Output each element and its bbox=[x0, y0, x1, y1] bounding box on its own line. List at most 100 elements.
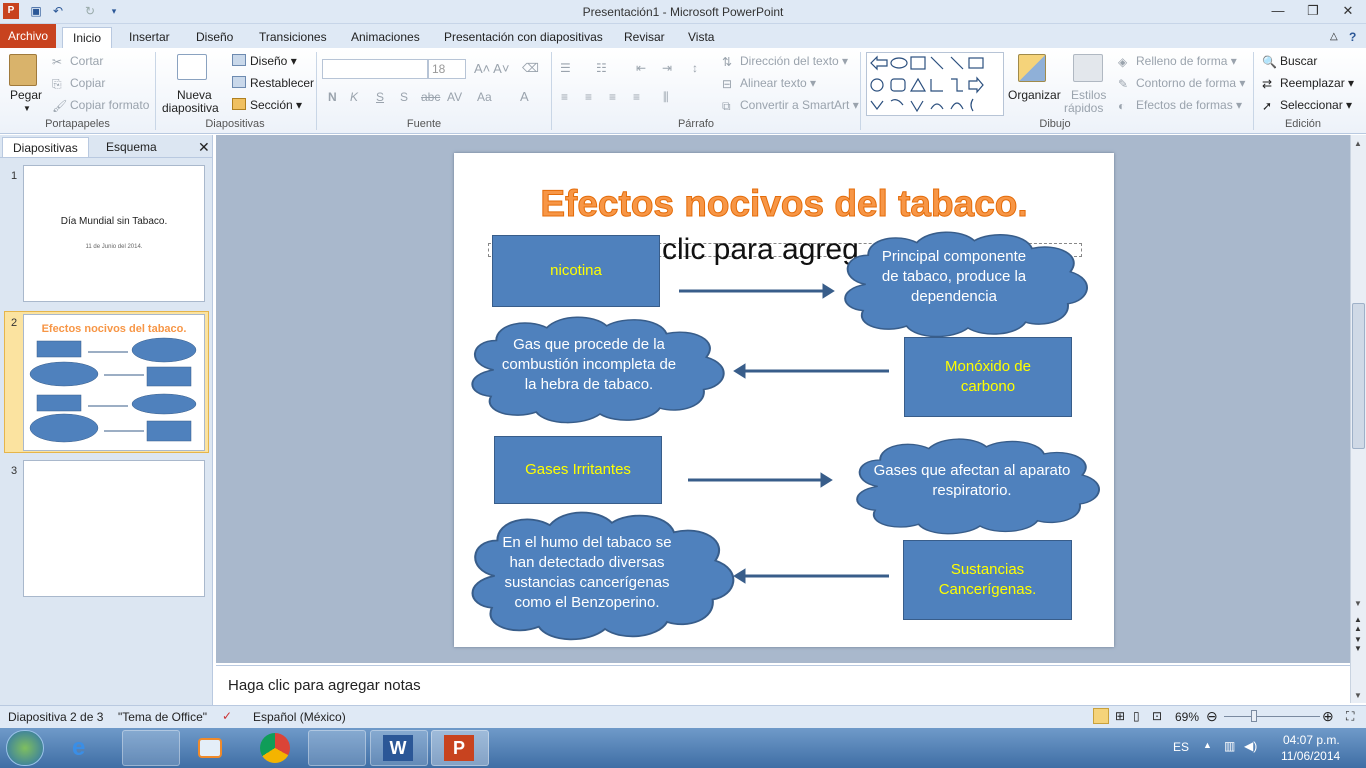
previous-slide-icon[interactable]: ▲ ▲ bbox=[1354, 615, 1362, 633]
align-right-icon[interactable]: ≡ bbox=[609, 90, 616, 104]
volume-icon[interactable]: ◀) bbox=[1244, 739, 1257, 753]
paste-icon[interactable] bbox=[9, 54, 37, 86]
format-painter-button[interactable]: 🖌 Copiar formato bbox=[52, 98, 149, 113]
font-size-combo[interactable]: 18 bbox=[428, 59, 466, 79]
italic-button[interactable]: K bbox=[350, 90, 358, 104]
section-button[interactable]: Sección ▾ bbox=[232, 98, 302, 112]
fit-to-window-icon[interactable]: ⛶ bbox=[1346, 709, 1354, 724]
paste-button[interactable]: Pegar bbox=[10, 88, 42, 102]
notes-pane[interactable]: Haga clic para agregar notas bbox=[216, 665, 1350, 705]
grow-font-icon[interactable]: A˄ A˅ bbox=[474, 61, 509, 76]
justify-icon[interactable]: ≡ bbox=[633, 90, 640, 104]
next-slide-icon[interactable]: ▼ ▼ bbox=[1354, 635, 1362, 653]
slideshow-icon[interactable]: ⊡ bbox=[1152, 709, 1162, 723]
tab-presentacion[interactable]: Presentación con diapositivas bbox=[444, 27, 603, 48]
close-pane-icon[interactable]: ✕ bbox=[188, 137, 220, 157]
notes-scroll-down-icon[interactable]: ▼ bbox=[1354, 691, 1362, 700]
normal-view-icon[interactable] bbox=[1093, 708, 1109, 724]
paste-dropdown-icon[interactable]: ▼ bbox=[23, 104, 31, 113]
tab-vista[interactable]: Vista bbox=[688, 27, 714, 48]
replace-button[interactable]: ⇄ Reemplazar ▾ bbox=[1262, 76, 1354, 91]
font-family-combo[interactable] bbox=[322, 59, 428, 79]
shape-effects-button[interactable]: ◐ Efectos de formas ▾ bbox=[1118, 98, 1242, 113]
font-color-button[interactable]: A bbox=[520, 89, 529, 104]
bullets-icon[interactable]: ☰ bbox=[560, 61, 571, 75]
align-text-button[interactable]: ⊟ Alinear texto ▾ bbox=[722, 76, 816, 91]
maximize-button[interactable]: ❐ bbox=[1298, 2, 1328, 20]
shadow-button[interactable]: S bbox=[400, 90, 408, 104]
help-icon[interactable]: ? bbox=[1349, 27, 1356, 48]
quick-styles-icon[interactable] bbox=[1073, 54, 1103, 82]
slide-sorter-icon[interactable]: ⊞ bbox=[1115, 709, 1125, 723]
layout-button[interactable]: Diseño ▾ bbox=[232, 54, 297, 68]
clock-date[interactable]: 11/06/2014 bbox=[1281, 749, 1340, 763]
line-spacing-icon[interactable]: ↕ bbox=[692, 61, 698, 75]
network-icon[interactable]: ▥ bbox=[1224, 739, 1235, 753]
shapes-gallery[interactable] bbox=[866, 52, 1004, 116]
reading-view-icon[interactable]: ▯ bbox=[1133, 709, 1140, 723]
new-slide-icon[interactable] bbox=[177, 54, 207, 80]
tab-inicio[interactable]: Inicio bbox=[62, 27, 113, 48]
slide-thumbnail-2[interactable]: Efectos nocivos del tabaco. bbox=[23, 314, 205, 451]
internet-explorer-icon[interactable]: e bbox=[72, 734, 85, 762]
zoom-slider-track[interactable] bbox=[1224, 716, 1320, 717]
underline-button[interactable]: S bbox=[376, 90, 384, 104]
language[interactable]: Español (México) bbox=[253, 710, 346, 724]
tab-insertar[interactable]: Insertar bbox=[129, 27, 170, 48]
close-button[interactable]: ✕ bbox=[1333, 2, 1363, 20]
arrange-icon[interactable] bbox=[1018, 54, 1046, 82]
chrome-icon[interactable] bbox=[260, 733, 290, 763]
start-button-icon[interactable] bbox=[6, 730, 44, 766]
spellcheck-icon[interactable]: ✓ bbox=[222, 709, 232, 723]
new-slide-label-2[interactable]: diapositiva bbox=[162, 101, 219, 115]
text-direction-button[interactable]: ⇅ Dirección del texto ▾ bbox=[722, 54, 848, 69]
zoom-in-icon[interactable]: ⊕ bbox=[1322, 708, 1334, 725]
tab-transiciones[interactable]: Transiciones bbox=[259, 27, 327, 48]
cut-button[interactable]: ✂ Cortar bbox=[52, 54, 103, 69]
scroll-down-icon[interactable]: ▼ bbox=[1354, 599, 1362, 608]
find-button[interactable]: 🔍 Buscar bbox=[1262, 54, 1317, 69]
quick-styles-label-1[interactable]: Estilos bbox=[1071, 88, 1106, 102]
zoom-out-icon[interactable]: ⊖ bbox=[1206, 708, 1218, 725]
clear-formatting-icon[interactable]: ⌫ bbox=[522, 61, 539, 75]
indent-increase-icon[interactable]: ⇥ bbox=[662, 61, 672, 75]
scroll-up-icon[interactable]: ▲ bbox=[1354, 139, 1362, 148]
bold-button[interactable]: N bbox=[328, 90, 337, 104]
tab-slides[interactable]: Diapositivas bbox=[2, 137, 89, 157]
align-center-icon[interactable]: ≡ bbox=[585, 90, 592, 104]
shape-fill-button[interactable]: ◈ Relleno de forma ▾ bbox=[1118, 54, 1237, 69]
messenger-icon[interactable] bbox=[308, 730, 366, 766]
scroll-thumb[interactable] bbox=[1352, 303, 1365, 449]
minimize-ribbon-icon[interactable]: △ bbox=[1330, 27, 1338, 48]
minimize-button[interactable]: — bbox=[1263, 2, 1293, 20]
slide-thumbnail-3[interactable] bbox=[23, 460, 205, 597]
change-case-button[interactable]: Aa bbox=[477, 90, 492, 104]
file-explorer-icon[interactable] bbox=[122, 730, 180, 766]
word-icon[interactable]: W bbox=[370, 730, 428, 766]
quick-styles-label-2[interactable]: rápidos bbox=[1064, 101, 1103, 115]
new-slide-label-1[interactable]: Nueva bbox=[177, 88, 212, 102]
copy-button[interactable]: ⎘ Copiar bbox=[52, 76, 105, 91]
theme-name[interactable]: "Tema de Office" bbox=[118, 710, 207, 724]
tab-animaciones[interactable]: Animaciones bbox=[351, 27, 420, 48]
vertical-scrollbar[interactable]: ▲ ▼ ▲ ▲ ▼ ▼ ▼ bbox=[1350, 135, 1366, 703]
clock-time[interactable]: 04:07 p.m. bbox=[1283, 733, 1340, 747]
columns-icon[interactable]: ⫼ bbox=[663, 90, 669, 105]
zoom-level[interactable]: 69% bbox=[1175, 710, 1199, 724]
reset-button[interactable]: Restablecer bbox=[232, 76, 314, 90]
show-hidden-icons[interactable]: ▲ bbox=[1203, 740, 1212, 750]
char-spacing-button[interactable]: AV bbox=[447, 90, 462, 104]
zoom-slider-thumb[interactable] bbox=[1251, 710, 1257, 722]
arrange-button[interactable]: Organizar bbox=[1008, 88, 1061, 102]
tab-outline[interactable]: Esquema bbox=[96, 137, 167, 157]
input-language[interactable]: ES bbox=[1173, 740, 1189, 754]
select-button[interactable]: ➚ Seleccionar ▾ bbox=[1262, 98, 1352, 113]
align-left-icon[interactable]: ≡ bbox=[561, 90, 568, 104]
numbering-icon[interactable]: ☷ bbox=[596, 61, 607, 75]
shape-outline-button[interactable]: ✎ Contorno de forma ▾ bbox=[1118, 76, 1245, 91]
slide-thumbnail-1[interactable]: Día Mundial sin Tabaco. 11 de Junio del … bbox=[23, 165, 205, 302]
tab-diseno[interactable]: Diseño bbox=[196, 27, 233, 48]
powerpoint-taskbar-icon[interactable]: P bbox=[431, 730, 489, 766]
tab-revisar[interactable]: Revisar bbox=[624, 27, 665, 48]
tab-archivo[interactable]: Archivo bbox=[0, 24, 56, 48]
